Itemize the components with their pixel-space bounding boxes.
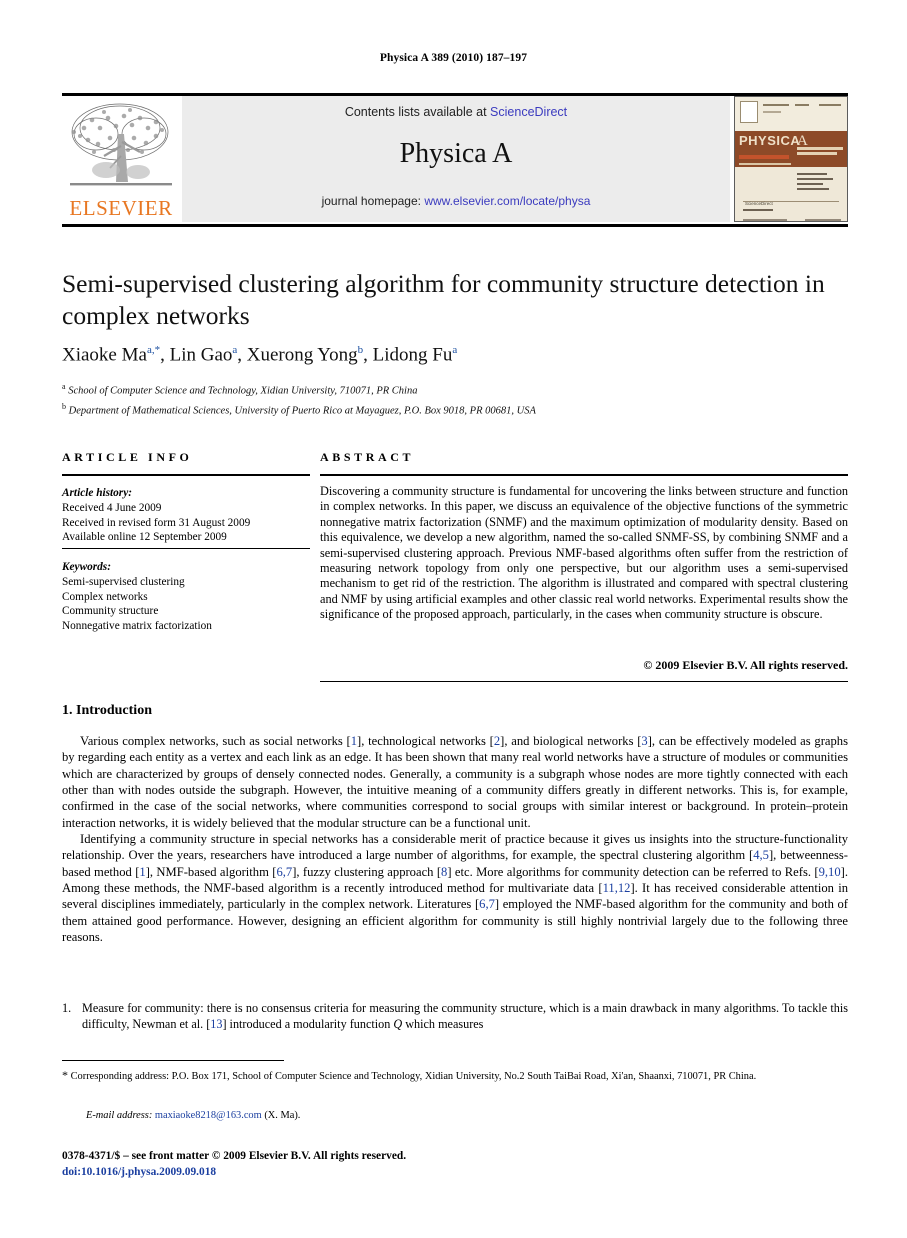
- list-item: 1. Measure for community: there is no co…: [62, 1000, 848, 1032]
- corresponding-marker: *: [62, 1068, 68, 1082]
- author-list: Xiaoke Maa,*, Lin Gaoa, Xuerong Yongb, L…: [62, 344, 458, 366]
- journal-banner: ELSEVIER Contents lists available at Sci…: [62, 96, 848, 222]
- cover-accent-bar: [739, 155, 789, 159]
- keyword-item: Community structure: [62, 605, 159, 618]
- keywords-label: Keywords:: [62, 561, 111, 573]
- history-item: Received in revised form 31 August 2009: [62, 516, 251, 529]
- banner-bottom-rule: [62, 224, 848, 227]
- email-suffix: (X. Ma).: [264, 1110, 301, 1121]
- email-link[interactable]: maxiaoke8218@163.com: [155, 1110, 262, 1121]
- abstract-header-rule: [320, 474, 848, 476]
- email-line: E-mail address: maxiaoke8218@163.com (X.…: [86, 1110, 300, 1121]
- history-item: Received 4 June 2009: [62, 501, 162, 514]
- publisher-wordmark: ELSEVIER: [69, 196, 173, 220]
- keyword-item: Nonnegative matrix factorization: [62, 620, 212, 633]
- sciencedirect-link[interactable]: ScienceDirect: [490, 105, 567, 119]
- email-label: E-mail address:: [86, 1110, 153, 1121]
- keyword-item: Complex networks: [62, 590, 148, 603]
- cover-publisher-mark: [740, 101, 758, 123]
- copyright-line: © 2009 Elsevier B.V. All rights reserved…: [643, 658, 848, 672]
- numbered-list: 1. Measure for community: there is no co…: [62, 1000, 848, 1032]
- affiliation-a-text: School of Computer Science and Technolog…: [68, 385, 418, 397]
- affiliation-b-text: Department of Mathematical Sciences, Uni…: [68, 405, 536, 417]
- affiliation-b: b Department of Mathematical Sciences, U…: [62, 402, 536, 417]
- section-heading-introduction: 1. Introduction: [62, 703, 152, 718]
- journal-title: Physica A: [399, 138, 513, 169]
- contents-prefix: Contents lists available at: [344, 105, 491, 119]
- cover-journal-name: PHYSICA: [739, 133, 801, 148]
- paragraph-2: Identifying a community structure in spe…: [62, 832, 849, 945]
- issn-line: 0378-4371/$ – see front matter © 2009 El…: [62, 1150, 407, 1162]
- list-item-text: Measure for community: there is no conse…: [82, 1001, 848, 1032]
- homepage-prefix: journal homepage:: [321, 194, 425, 208]
- list-item-number: 1.: [62, 1001, 72, 1015]
- affiliation-a: a School of Computer Science and Technol…: [62, 382, 418, 397]
- keywords-block: Keywords: Semi-supervised clustering Com…: [62, 560, 310, 634]
- publisher-logo: ELSEVIER: [62, 96, 180, 222]
- banner-center: Contents lists available at ScienceDirec…: [182, 96, 730, 222]
- affiliations: a School of Computer Science and Technol…: [62, 379, 848, 419]
- corresponding-text: Corresponding address: P.O. Box 171, Sch…: [70, 1071, 757, 1082]
- paper-page: Physica A 389 (2010) 187–197 ELSEVIER Co…: [0, 0, 907, 1238]
- journal-homepage-line: journal homepage: www.elsevier.com/locat…: [182, 194, 730, 208]
- paragraph-1: Various complex networks, such as social…: [62, 734, 848, 830]
- keyword-item: Semi-supervised clustering: [62, 575, 185, 588]
- abstract-header: ABSTRACT: [320, 450, 415, 464]
- cover-sciencedirect-text: ScienceDirect: [745, 201, 773, 206]
- history-item: Available online 12 September 2009: [62, 531, 227, 544]
- footnote-rule: [62, 1060, 284, 1061]
- info-divider-rule: [62, 548, 310, 550]
- contents-available-line: Contents lists available at ScienceDirec…: [182, 105, 730, 119]
- info-header-rule: [62, 474, 310, 476]
- article-history: Article history: Received 4 June 2009 Re…: [62, 486, 310, 545]
- abstract-bottom-rule: [320, 681, 848, 683]
- abstract-text: Discovering a community structure is fun…: [320, 484, 848, 622]
- body-paragraphs: Various complex networks, such as social…: [62, 733, 848, 945]
- running-head: Physica A 389 (2010) 187–197: [379, 52, 528, 64]
- corresponding-address: * Corresponding address: P.O. Box 171, S…: [62, 1068, 848, 1085]
- page-title: Semi-supervised clustering algorithm for…: [62, 269, 825, 330]
- journal-homepage-link[interactable]: www.elsevier.com/locate/physa: [424, 194, 590, 208]
- doi-link[interactable]: doi:10.1016/j.physa.2009.09.018: [62, 1166, 216, 1178]
- article-info-header: ARTICLE INFO: [62, 450, 193, 464]
- elsevier-tree-icon: [70, 103, 172, 186]
- journal-cover-thumbnail[interactable]: PHYSICA A ScienceDirect: [734, 96, 848, 222]
- history-label: Article history:: [62, 487, 132, 499]
